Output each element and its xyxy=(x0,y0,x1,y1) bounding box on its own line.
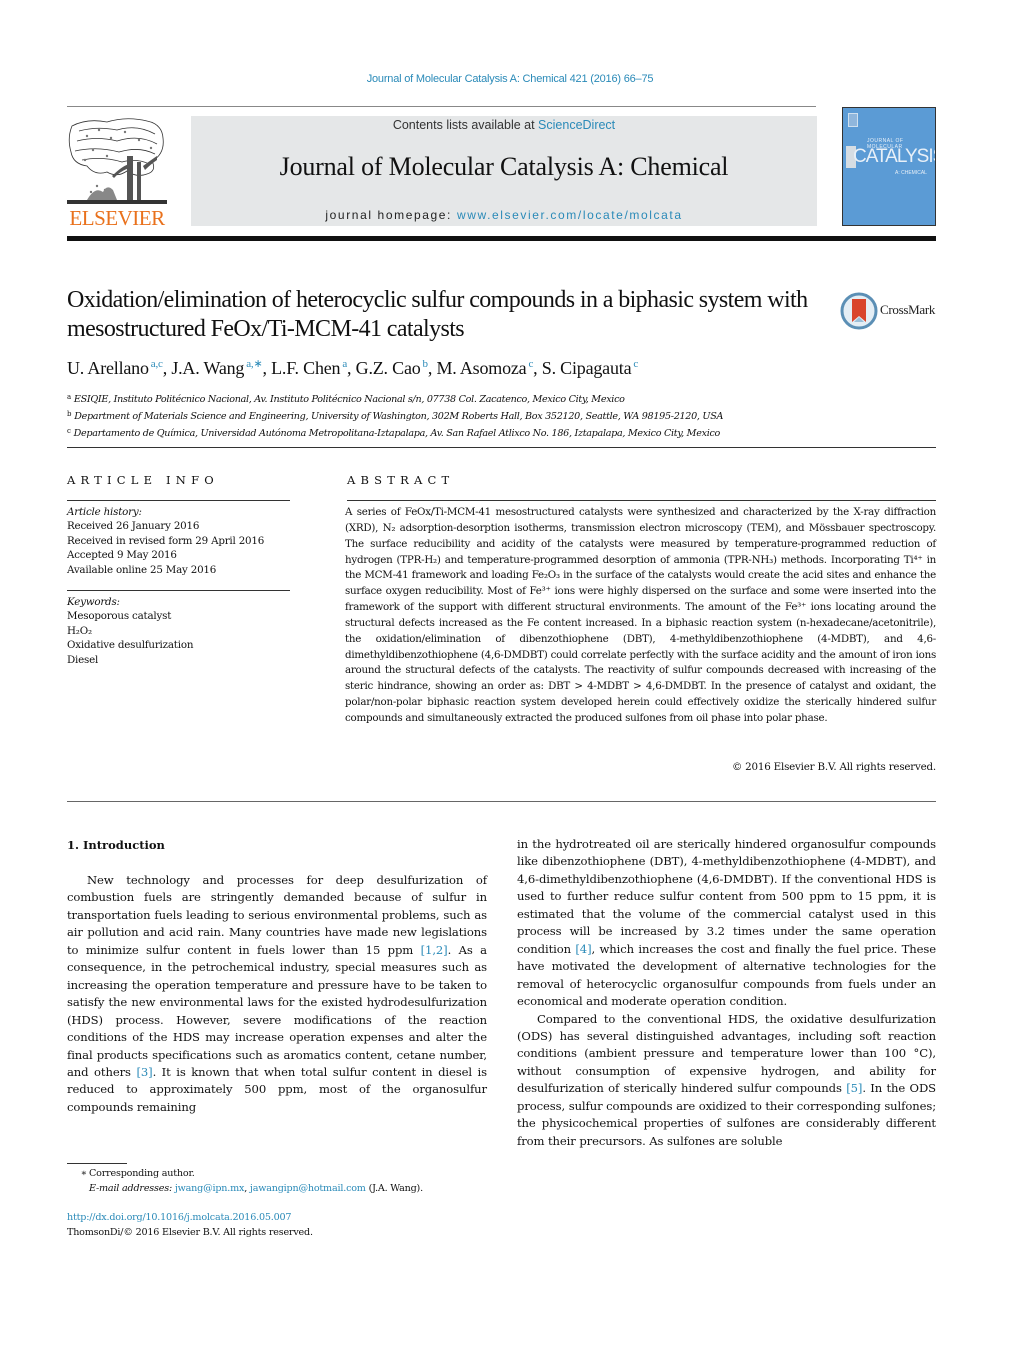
section-divider xyxy=(67,801,936,802)
author[interactable]: G.Z. Cao b, xyxy=(356,358,437,378)
contents-line: Contents lists available at ScienceDirec… xyxy=(191,118,817,132)
email-link[interactable]: jawangipn@hotmail.com xyxy=(250,1183,366,1194)
elsevier-wordmark: ELSEVIER xyxy=(69,206,165,230)
section-heading-introduction: 1. Introduction xyxy=(67,838,165,852)
homepage-prefix: journal homepage: xyxy=(325,208,457,222)
email-label: E-mail addresses: xyxy=(89,1182,172,1194)
keyword: Diesel xyxy=(67,653,99,666)
keyword: Oxidative desulfurization xyxy=(67,639,194,652)
author-affiliation-marker[interactable]: a,c xyxy=(151,358,163,370)
doi-block: http://dx.doi.org/10.1016/j.molcata.2016… xyxy=(67,1211,313,1240)
author-name[interactable]: G.Z. Cao xyxy=(356,358,421,378)
author-separator: , xyxy=(347,358,356,378)
author-name[interactable]: S. Cipagauta xyxy=(542,358,632,378)
running-header[interactable]: Journal of Molecular Catalysis A: Chemic… xyxy=(0,73,1020,85)
history-item: Received in revised form 29 April 2016 xyxy=(67,534,265,547)
author-name[interactable]: L.F. Chen xyxy=(271,358,340,378)
abstract-copyright: © 2016 Elsevier B.V. All rights reserved… xyxy=(732,761,936,773)
paragraph-text: in the hydrotreated oil are sterically h… xyxy=(517,837,936,956)
paragraph: in the hydrotreated oil are sterically h… xyxy=(517,836,936,1011)
author-name[interactable]: U. Arellano xyxy=(67,358,149,378)
keyword: Mesoporous catalyst xyxy=(67,610,172,623)
author[interactable]: L.F. Chen a, xyxy=(271,358,356,378)
masthead-thick-rule xyxy=(67,236,936,241)
email-note: E-mail addresses: jwang@ipn.mx, jawangip… xyxy=(67,1182,423,1197)
author-separator: , xyxy=(533,358,542,378)
affiliation-key: a xyxy=(67,393,71,401)
author[interactable]: S. Cipagauta c xyxy=(542,358,638,378)
affiliation-list: a ESIQIE, Instituto Politécnico Nacional,… xyxy=(67,390,723,441)
affiliation-text: Departamento de Química, Universidad Aut… xyxy=(73,428,721,439)
author-separator: , xyxy=(262,358,272,378)
keywords-rule xyxy=(67,590,290,591)
abstract-heading: ABSTRACT xyxy=(347,473,455,487)
article-title: Oxidation/elimination of heterocyclic su… xyxy=(67,287,808,342)
email-link[interactable]: jwang@ipn.mx xyxy=(175,1183,245,1194)
citation-link[interactable]: [4] xyxy=(575,942,591,956)
footnote-star: ∗ xyxy=(80,1168,88,1179)
cover-sub-text: A: CHEMICAL xyxy=(895,170,927,176)
sciencedirect-link[interactable]: ScienceDirect xyxy=(538,118,615,132)
author[interactable]: U. Arellano a,c, xyxy=(67,358,171,378)
contents-prefix: Contents lists available at xyxy=(392,118,539,132)
history-item: Received 26 January 2016 xyxy=(67,520,200,533)
journal-cover-thumbnail[interactable]: JOURNAL OF MOLECULAR CATALYSIS A: CHEMIC… xyxy=(842,107,936,226)
corresponding-author-note: ∗ Corresponding author. xyxy=(67,1167,423,1182)
body-column-left: New technology and processes for deep de… xyxy=(67,872,487,1116)
doi-link[interactable]: http://dx.doi.org/10.1016/j.molcata.2016… xyxy=(67,1212,292,1223)
history-item: Accepted 9 May 2016 xyxy=(67,549,177,562)
article-info-heading: ARTICLE INFO xyxy=(67,473,219,487)
affiliation-key: b xyxy=(67,410,72,418)
keywords-label: Keywords: xyxy=(67,596,120,608)
keywords: Keywords: Mesoporous catalyst H₂O₂ Oxida… xyxy=(67,595,193,667)
crossmark-badge[interactable]: CrossMark xyxy=(840,292,940,330)
paragraph: New technology and processes for deep de… xyxy=(67,872,487,1116)
section-divider xyxy=(67,447,936,448)
header-rule xyxy=(67,106,816,107)
affiliation-text: Department of Materials Science and Engi… xyxy=(74,411,724,422)
affiliation: c Departamento de Química, Universidad Au… xyxy=(67,424,723,441)
email-owner: (J.A. Wang). xyxy=(365,1182,424,1194)
article-history: Article history: Received 26 January 201… xyxy=(67,505,264,577)
footnotes: ∗ Corresponding author. E-mail addresses:… xyxy=(67,1167,423,1196)
corresponding-text: Corresponding author. xyxy=(89,1168,195,1179)
elsevier-logo[interactable]: ELSEVIER xyxy=(67,116,167,230)
affiliation: a ESIQIE, Instituto Politécnico Nacional,… xyxy=(67,390,723,407)
author-affiliation-marker[interactable]: c xyxy=(633,358,638,370)
paragraph-text: . As a consequence, in the petrochemical… xyxy=(67,942,487,1079)
author-name[interactable]: J.A. Wang xyxy=(171,358,244,378)
article-info-rule xyxy=(67,500,290,501)
footnote-rule xyxy=(67,1163,127,1164)
elsevier-tree-icon xyxy=(67,118,167,204)
affiliation-text: ESIQIE, Instituto Politécnico Nacional, … xyxy=(73,394,625,405)
cover-badge-icon xyxy=(848,113,858,127)
journal-masthead: Contents lists available at ScienceDirec… xyxy=(191,116,817,226)
affiliation: b Department of Materials Science and Eng… xyxy=(67,407,723,424)
author-affiliation-marker[interactable]: a,∗ xyxy=(246,358,262,370)
abstract-rule xyxy=(347,500,936,501)
citation-link[interactable]: [3] xyxy=(136,1065,152,1079)
author[interactable]: J.A. Wang a,∗, xyxy=(171,358,271,378)
affiliation-key: c xyxy=(67,427,71,435)
abstract-text: A series of FeOx/Ti-MCM-41 mesostructure… xyxy=(345,506,936,724)
author-list: U. Arellano a,c, J.A. Wang a,∗, L.F. Chen a… xyxy=(67,357,638,379)
rights-line: ThomsonDi/© 2016 Elsevier B.V. All right… xyxy=(67,1226,313,1238)
cover-main-text: CATALYSIS xyxy=(853,146,936,167)
citation-link[interactable]: [5] xyxy=(846,1081,862,1095)
paragraph: Compared to the conventional HDS, the ox… xyxy=(517,1011,936,1151)
author-name[interactable]: M. Asomoza xyxy=(436,358,526,378)
article-history-label: Article history: xyxy=(67,506,142,518)
crossmark-icon xyxy=(840,292,878,330)
citation-link[interactable]: [1,2] xyxy=(421,943,448,957)
journal-title: Journal of Molecular Catalysis A: Chemic… xyxy=(279,152,729,181)
body-column-right: in the hydrotreated oil are sterically h… xyxy=(517,836,936,1150)
homepage-line: journal homepage: www.elsevier.com/locat… xyxy=(191,208,817,222)
history-item: Available online 25 May 2016 xyxy=(67,563,217,576)
keyword: H₂O₂ xyxy=(67,624,92,637)
homepage-link[interactable]: www.elsevier.com/locate/molcata xyxy=(457,208,683,222)
crossmark-label: CrossMark xyxy=(880,302,936,317)
author[interactable]: M. Asomoza c, xyxy=(436,358,541,378)
